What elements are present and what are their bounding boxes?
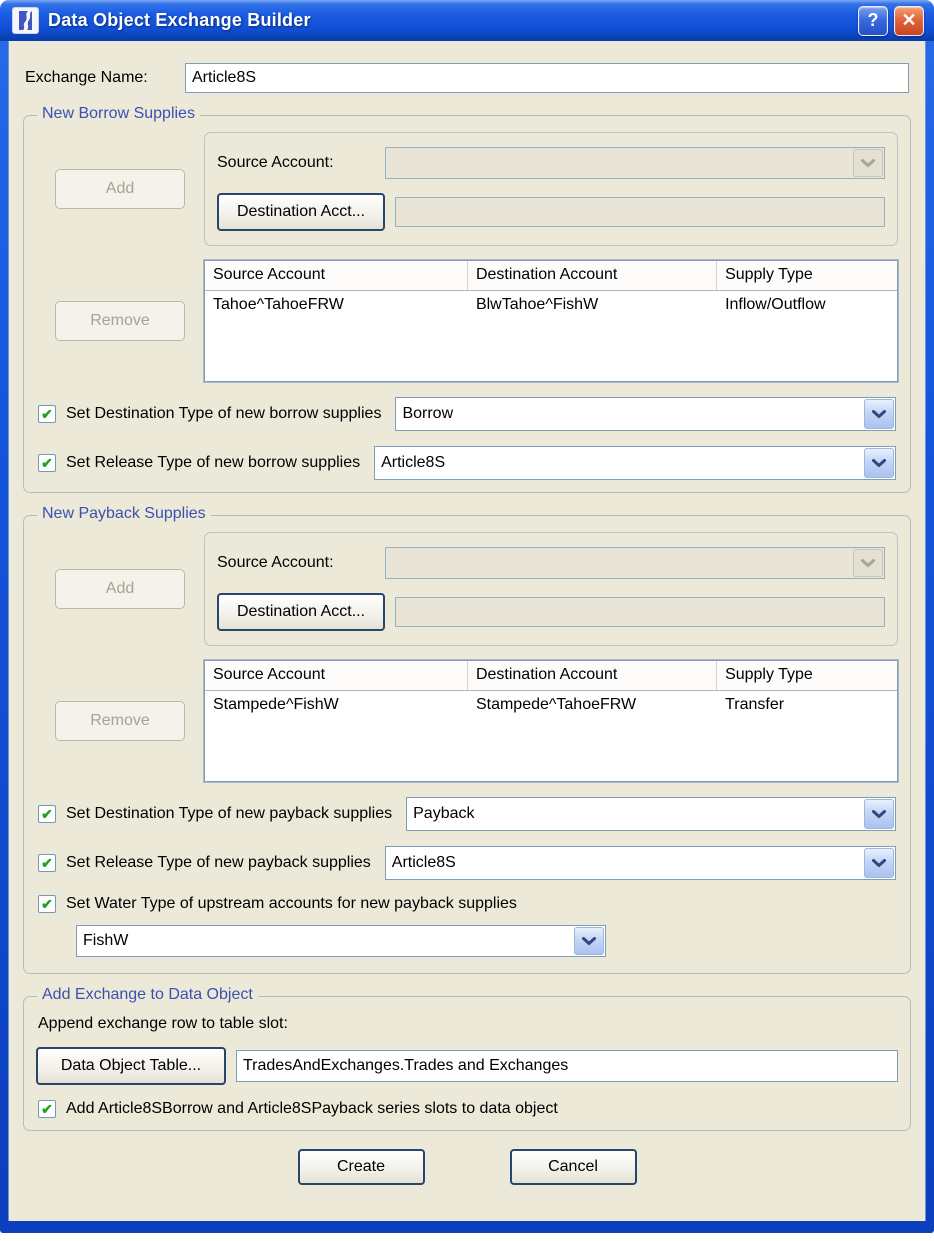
borrow-set-release-type-label: Set Release Type of new borrow supplies	[66, 454, 360, 472]
dialog-window: Data Object Exchange Builder ? ✕ Exchang…	[0, 0, 934, 1233]
payback-set-release-type-checkbox[interactable]: ✔	[38, 854, 56, 872]
payback-source-account-value	[386, 548, 852, 578]
payback-water-type-value: FishW	[77, 926, 573, 956]
borrow-set-destination-type-checkbox[interactable]: ✔	[38, 405, 56, 423]
riverware-logo-icon	[15, 10, 36, 31]
window-title: Data Object Exchange Builder	[48, 10, 852, 31]
source-account-cell: Tahoe^TahoeFRW	[205, 291, 468, 319]
payback-destination-acct-button[interactable]: Destination Acct...	[217, 593, 385, 631]
data-object-table-button[interactable]: Data Object Table...	[36, 1047, 226, 1085]
payback-add-button[interactable]: Add	[55, 569, 185, 609]
close-button[interactable]: ✕	[894, 6, 924, 36]
payback-supplies-group: New Payback Supplies Add Source Account:	[23, 515, 911, 974]
payback-set-destination-type-label: Set Destination Type of new payback supp…	[66, 805, 392, 823]
chevron-down-icon[interactable]	[574, 927, 604, 955]
payback-new-supply-panel: Source Account: Destination Acct...	[204, 532, 898, 646]
payback-set-water-type-checkbox[interactable]: ✔	[38, 895, 56, 913]
borrow-remove-button[interactable]: Remove	[55, 301, 185, 341]
add-exchange-group: Add Exchange to Data Object Append excha…	[23, 996, 911, 1131]
borrow-release-type-combo[interactable]: Article8S	[374, 446, 896, 480]
borrow-supplies-group: New Borrow Supplies Add Source Account:	[23, 115, 911, 493]
payback-water-type-combo[interactable]: FishW	[76, 925, 606, 957]
cancel-button[interactable]: Cancel	[510, 1149, 637, 1185]
destination-account-cell: BlwTahoe^FishW	[468, 291, 717, 319]
borrow-group-title: New Borrow Supplies	[37, 105, 200, 123]
column-header[interactable]: Destination Account	[468, 661, 717, 690]
payback-remove-button[interactable]: Remove	[55, 701, 185, 741]
data-object-table-field[interactable]	[236, 1050, 898, 1082]
column-header[interactable]: Destination Account	[468, 261, 717, 290]
borrow-source-account-value	[386, 148, 852, 178]
add-series-slots-checkbox[interactable]: ✔	[38, 1100, 56, 1118]
table-row[interactable]: Tahoe^TahoeFRW BlwTahoe^FishW Inflow/Out…	[205, 291, 897, 319]
supply-type-cell: Inflow/Outflow	[717, 291, 897, 319]
borrow-release-type-value: Article8S	[375, 447, 863, 479]
borrow-supplies-table[interactable]: Source Account Destination Account Suppl…	[204, 260, 898, 382]
title-bar[interactable]: Data Object Exchange Builder ? ✕	[0, 0, 934, 41]
column-header[interactable]: Source Account	[205, 261, 468, 290]
chevron-down-icon[interactable]	[864, 799, 894, 829]
payback-release-type-combo[interactable]: Article8S	[385, 846, 896, 880]
borrow-destination-acct-button[interactable]: Destination Acct...	[217, 193, 385, 231]
column-header[interactable]: Source Account	[205, 661, 468, 690]
chevron-down-icon[interactable]	[864, 448, 894, 478]
payback-set-water-type-label: Set Water Type of upstream accounts for …	[66, 895, 517, 913]
borrow-source-account-combo[interactable]	[385, 147, 885, 179]
borrow-set-destination-type-label: Set Destination Type of new borrow suppl…	[66, 405, 381, 423]
supply-type-cell: Transfer	[717, 691, 897, 719]
chevron-down-icon[interactable]	[864, 848, 894, 878]
table-row[interactable]: Stampede^FishW Stampede^TahoeFRW Transfe…	[205, 691, 897, 719]
borrow-destination-type-value: Borrow	[396, 398, 863, 430]
payback-group-title: New Payback Supplies	[37, 505, 211, 523]
borrow-destination-type-combo[interactable]: Borrow	[395, 397, 896, 431]
payback-destination-type-value: Payback	[407, 798, 863, 830]
payback-source-account-combo[interactable]	[385, 547, 885, 579]
add-exchange-group-title: Add Exchange to Data Object	[37, 986, 258, 1004]
payback-destination-acct-field	[395, 597, 885, 627]
exchange-name-label: Exchange Name:	[25, 69, 185, 87]
create-button[interactable]: Create	[298, 1149, 425, 1185]
borrow-destination-acct-field	[395, 197, 885, 227]
payback-supplies-table[interactable]: Source Account Destination Account Suppl…	[204, 660, 898, 782]
payback-destination-type-combo[interactable]: Payback	[406, 797, 896, 831]
payback-release-type-value: Article8S	[386, 847, 863, 879]
chevron-down-icon[interactable]	[853, 549, 883, 577]
chevron-down-icon[interactable]	[864, 399, 894, 429]
column-header[interactable]: Supply Type	[717, 661, 897, 690]
payback-set-release-type-label: Set Release Type of new payback supplies	[66, 854, 371, 872]
append-row-label: Append exchange row to table slot:	[38, 1015, 896, 1033]
borrow-set-release-type-checkbox[interactable]: ✔	[38, 454, 56, 472]
payback-source-account-label: Source Account:	[217, 554, 385, 572]
add-series-slots-label: Add Article8SBorrow and Article8SPayback…	[66, 1100, 558, 1118]
payback-set-destination-type-checkbox[interactable]: ✔	[38, 805, 56, 823]
borrow-new-supply-panel: Source Account: Destination Acct...	[204, 132, 898, 246]
borrow-source-account-label: Source Account:	[217, 154, 385, 172]
destination-account-cell: Stampede^TahoeFRW	[468, 691, 717, 719]
exchange-name-input[interactable]	[185, 63, 909, 93]
column-header[interactable]: Supply Type	[717, 261, 897, 290]
chevron-down-icon[interactable]	[853, 149, 883, 177]
dialog-body: Exchange Name: New Borrow Supplies Add S…	[8, 41, 926, 1221]
source-account-cell: Stampede^FishW	[205, 691, 468, 719]
borrow-add-button[interactable]: Add	[55, 169, 185, 209]
help-button[interactable]: ?	[858, 6, 888, 36]
app-icon	[12, 7, 39, 34]
